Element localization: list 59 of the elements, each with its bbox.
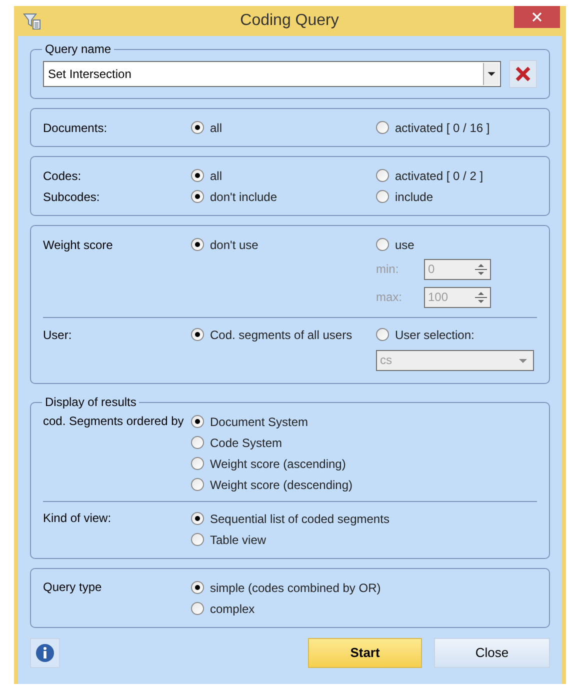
radio-button[interactable] — [191, 478, 204, 491]
radio-label: don't use — [210, 236, 258, 254]
field-label: max: — [376, 289, 404, 306]
radio-label: don't include — [210, 188, 278, 206]
radio-label: complex — [210, 600, 255, 618]
radio-button[interactable] — [191, 190, 204, 203]
radio-label: Code System — [210, 434, 282, 452]
field-label: Kind of view: — [43, 510, 112, 527]
radio-button[interactable] — [191, 457, 204, 470]
radio-button[interactable] — [191, 121, 204, 134]
window-title: Coding Query — [240, 11, 339, 31]
radio-button[interactable] — [191, 512, 204, 525]
radio-button[interactable] — [191, 415, 204, 428]
field-label: cod. Segments ordered by — [43, 413, 185, 430]
radio-label: Weight score (ascending) — [210, 456, 346, 472]
radio-button[interactable] — [376, 169, 389, 182]
radio-button[interactable] — [191, 328, 204, 341]
close-button[interactable] — [514, 6, 560, 28]
radio-label: Weight score (descending) — [210, 476, 353, 494]
radio-label: include — [395, 188, 434, 206]
radio-button[interactable] — [376, 328, 389, 341]
dialog-button[interactable]: Close — [434, 638, 550, 668]
radio-label: User selection: — [395, 326, 474, 344]
delete-button[interactable] — [509, 60, 537, 88]
radio-button[interactable] — [191, 238, 204, 251]
delete-icon — [515, 66, 531, 82]
radio-button[interactable] — [376, 238, 389, 251]
radio-label: simple (codes combined by OR) — [210, 580, 381, 596]
radio-button[interactable] — [191, 602, 204, 615]
radio-button[interactable] — [191, 169, 204, 182]
radio-button[interactable] — [376, 190, 389, 203]
field-label: Query type — [43, 579, 103, 596]
radio-button[interactable] — [191, 436, 204, 449]
field-label: Weight score — [43, 236, 114, 254]
radio-label: all — [210, 168, 222, 184]
panel-legend: Display of results — [42, 393, 140, 411]
radio-label: activated [ 0 / 2 ] — [395, 168, 484, 184]
radio-button[interactable] — [376, 121, 389, 134]
info-icon — [35, 643, 55, 663]
radio-label: use — [395, 236, 414, 254]
field-label: Subcodes: — [43, 188, 101, 206]
radio-label: Table view — [210, 532, 266, 548]
radio-button[interactable] — [191, 581, 204, 594]
close-icon — [532, 12, 542, 22]
dialog-button[interactable]: Start — [308, 638, 422, 668]
radio-label: Cod. segments of all users — [210, 326, 352, 344]
panel-legend: Query name — [42, 40, 114, 58]
radio-label: Sequential list of coded segments — [210, 510, 390, 528]
radio-button[interactable] — [191, 533, 204, 546]
radio-label: activated [ 0 / 16 ] — [395, 120, 490, 136]
radio-label: all — [210, 120, 222, 136]
field-label: User: — [43, 326, 73, 344]
field-label: min: — [376, 261, 400, 278]
field-label: Documents: — [43, 120, 108, 136]
info-button[interactable] — [30, 638, 60, 668]
query-name-combobox[interactable]: Set Intersection — [43, 61, 501, 87]
radio-label: Document System — [210, 414, 308, 430]
field-label: Codes: — [43, 168, 82, 184]
funnel-document-icon — [23, 12, 41, 30]
